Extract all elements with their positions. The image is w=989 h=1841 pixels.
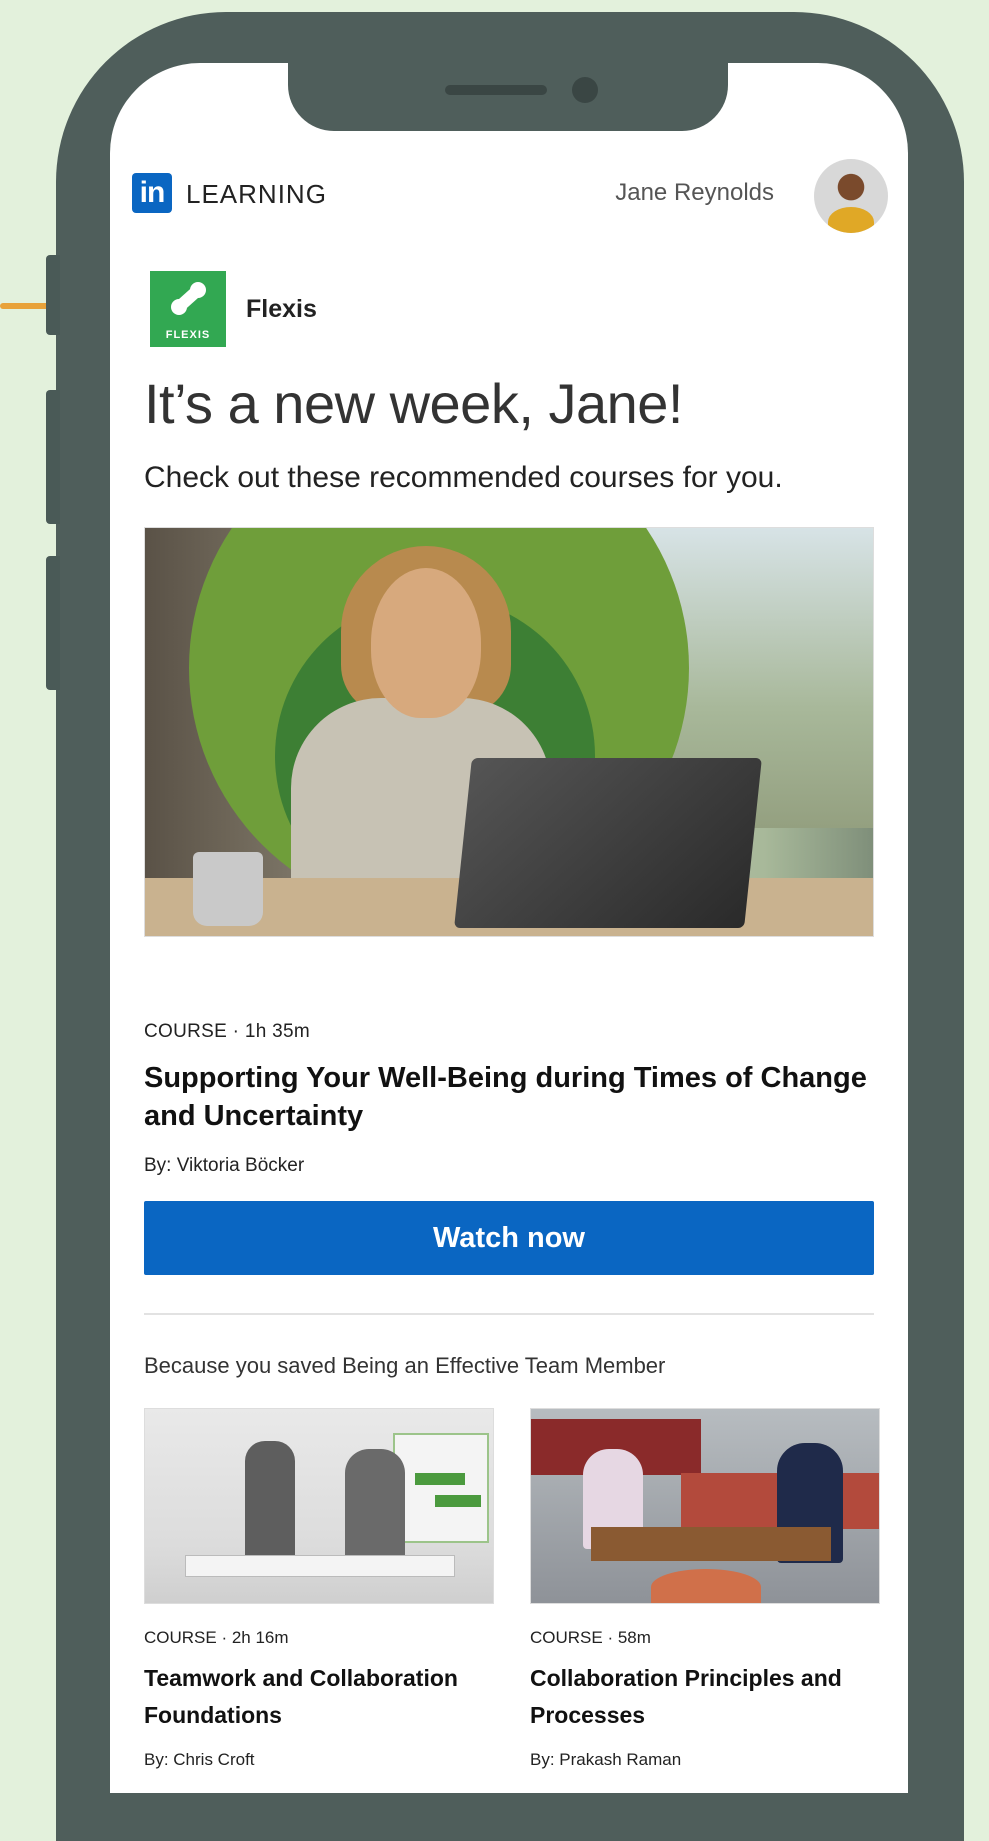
front-camera <box>572 77 598 103</box>
course-author: By: Prakash Raman <box>530 1750 682 1769</box>
greeting-title: It’s a new week, Jane! <box>144 372 683 435</box>
course-meta: COURSE · 58m <box>530 1628 651 1647</box>
thumb-person <box>245 1441 295 1571</box>
user-avatar[interactable] <box>814 159 888 233</box>
featured-course-thumbnail[interactable] <box>144 527 874 937</box>
thumb-chart-bar <box>415 1473 465 1485</box>
organization-name: Flexis <box>246 295 317 323</box>
phone-side-button <box>46 255 60 335</box>
organization-logo: FLEXIS <box>150 271 226 347</box>
organization-brand: FLEXIS Flexis <box>150 271 550 351</box>
recommendations-heading: Because you saved Being an Effective Tea… <box>144 1353 666 1378</box>
course-card[interactable]: COURSE · 2h 16m Teamwork and Collaborati… <box>144 1408 494 1770</box>
thumb-table <box>185 1555 455 1577</box>
phone-screen: in LEARNING Jane Reynolds FLEXIS Flexis … <box>110 63 908 1793</box>
speaker-grille <box>445 85 547 95</box>
thumb-stool <box>651 1569 761 1603</box>
featured-course-author: By: Viktoria Böcker <box>144 1155 305 1176</box>
hero-mug <box>193 852 263 926</box>
thumb-chart-bar <box>435 1495 481 1507</box>
organization-logo-text: FLEXIS <box>165 329 211 341</box>
course-author: By: Chris Croft <box>144 1750 255 1769</box>
phone-side-button <box>46 556 60 690</box>
product-name: LEARNING <box>186 179 327 209</box>
course-thumbnail[interactable] <box>530 1408 880 1604</box>
course-meta: COURSE · 2h 16m <box>144 1628 289 1647</box>
hero-laptop <box>454 758 762 928</box>
featured-course-meta: COURSE · 1h 35m <box>144 1021 311 1042</box>
flexis-logo-icon <box>171 282 206 315</box>
course-title[interactable]: Teamwork and Collaboration Foundations <box>144 1660 494 1734</box>
user-name[interactable]: Jane Reynolds <box>615 179 774 207</box>
thumb-whiteboard <box>393 1433 489 1543</box>
section-divider <box>144 1313 874 1315</box>
app-header: in LEARNING Jane Reynolds <box>132 159 888 233</box>
phone-notch <box>288 63 728 131</box>
hero-person-head <box>371 568 481 718</box>
thumb-table <box>591 1527 831 1561</box>
course-title[interactable]: Collaboration Principles and Processes <box>530 1660 880 1734</box>
thumb-person <box>345 1449 405 1569</box>
course-card[interactable]: COURSE · 58m Collaboration Principles an… <box>530 1408 880 1770</box>
featured-course-title[interactable]: Supporting Your Well-Being during Times … <box>144 1059 884 1135</box>
watch-now-button[interactable]: Watch now <box>144 1201 874 1275</box>
greeting-subtitle: Check out these recommended courses for … <box>144 461 783 494</box>
phone-side-button <box>46 390 60 524</box>
course-thumbnail[interactable] <box>144 1408 494 1604</box>
linkedin-logo-icon[interactable]: in <box>132 173 172 213</box>
